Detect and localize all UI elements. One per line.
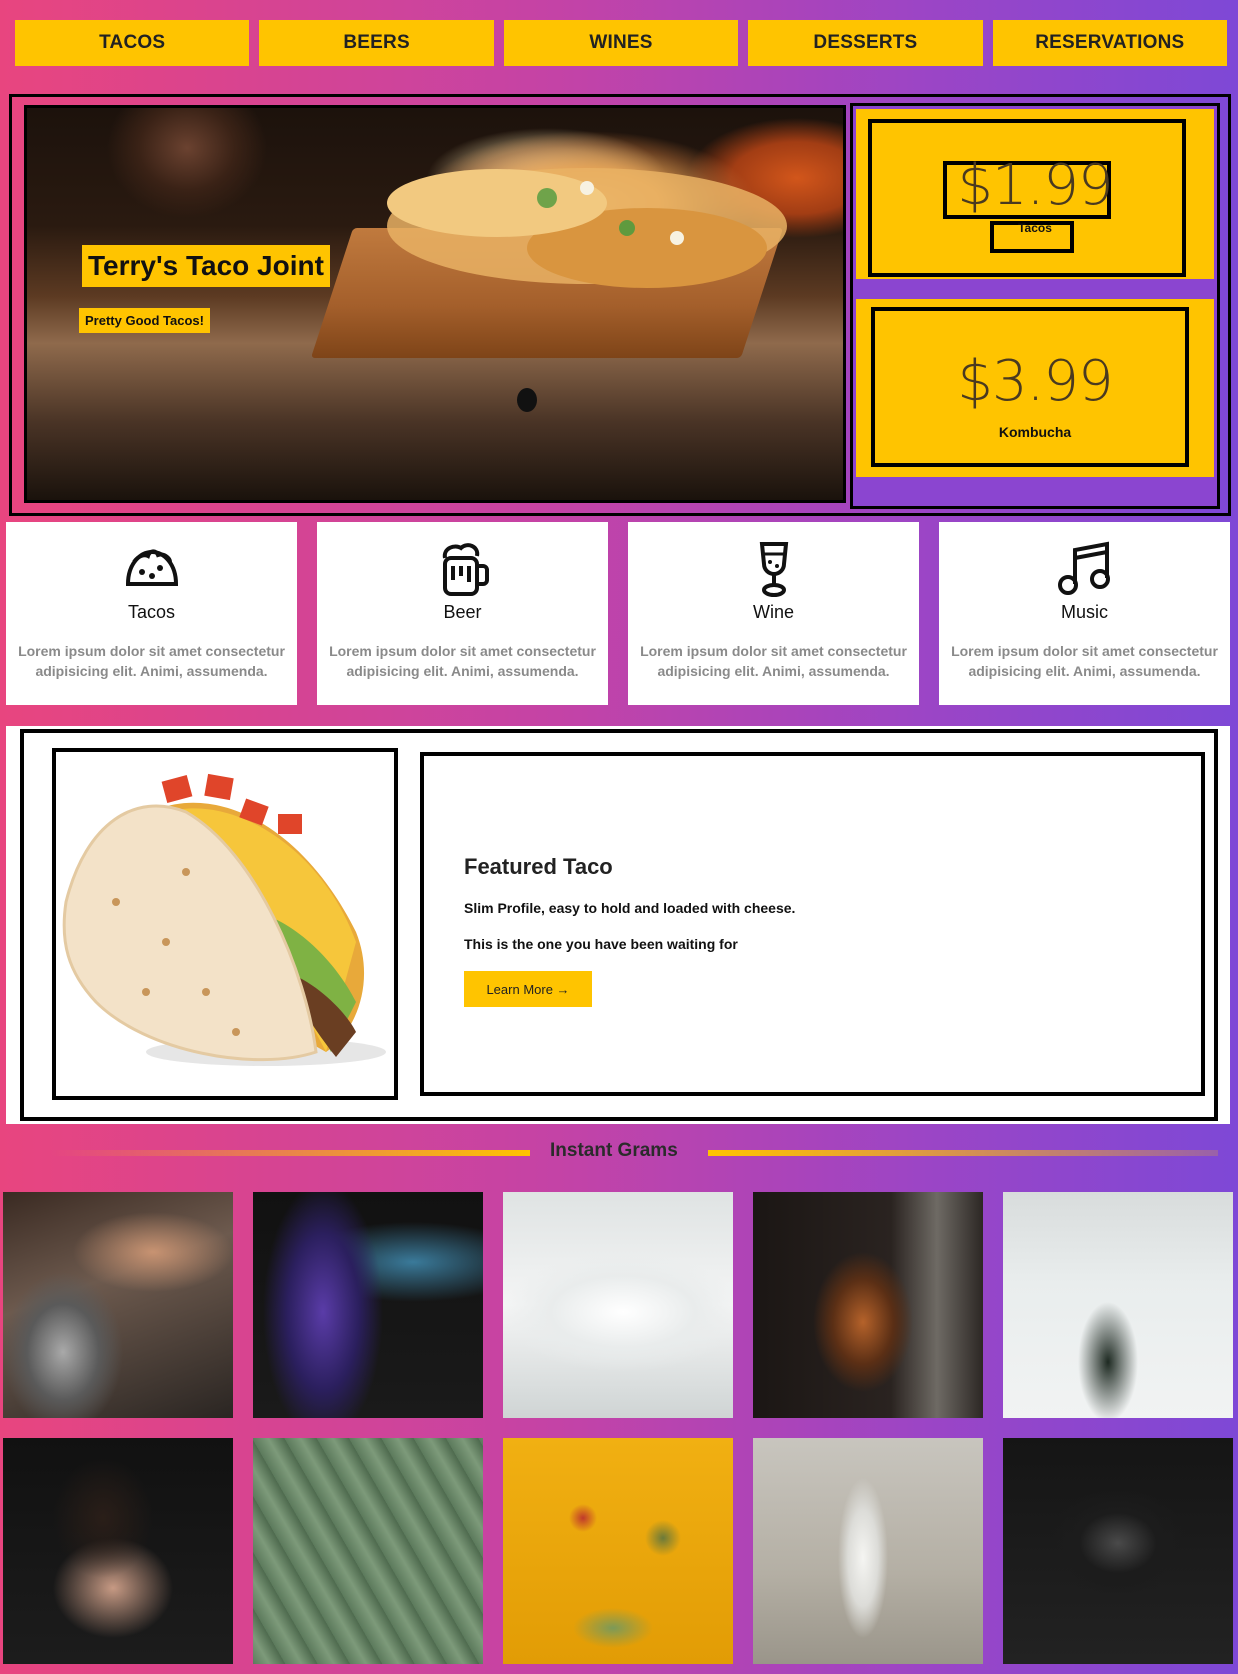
hero-image: Terry's Taco Joint Pretty Good Tacos! <box>24 105 846 503</box>
gram-photo-snow[interactable] <box>1003 1192 1233 1418</box>
music-note-icon <box>1057 541 1110 595</box>
feature-description: Lorem ipsum dolor sit amet consectetur a… <box>18 643 285 679</box>
main-nav: TACOS BEERS WINES DESSERTS RESERVATIONS <box>15 20 1228 66</box>
feature-title: Music <box>1060 602 1108 622</box>
price-item-name: Kombucha <box>998 424 1072 440</box>
feature-title: Tacos <box>127 602 176 622</box>
featured-tagline: This is the one you have been waiting fo… <box>464 936 738 952</box>
feature-description: Lorem ipsum dolor sit amet consectetur a… <box>951 643 1218 679</box>
price-value: $1.99 <box>957 153 1113 218</box>
featured-section: Featured Taco Slim Profile, easy to hold… <box>6 726 1230 1124</box>
hero-section: Terry's Taco Joint Pretty Good Tacos! $1… <box>9 94 1231 516</box>
feature-title: Beer <box>443 602 482 622</box>
gram-photo-coffee[interactable] <box>3 1192 233 1418</box>
featured-taco-image <box>52 748 398 1100</box>
taco-plate-graphic <box>387 168 787 412</box>
price-value: $3.99 <box>957 349 1113 414</box>
learn-more-button[interactable]: Learn More → <box>464 971 592 1007</box>
price-card-kombucha: $3.99 Kombucha <box>856 299 1214 477</box>
feature-description: Lorem ipsum dolor sit amet consectetur a… <box>640 643 907 679</box>
gram-photo-architecture[interactable] <box>503 1192 733 1418</box>
price-card-tacos: $1.99 Tacos <box>856 109 1214 279</box>
gram-photo-woman-walking[interactable] <box>753 1438 983 1664</box>
price-panel: $1.99 Tacos $3.99 Kombucha <box>850 103 1220 509</box>
gram-photo-portrait[interactable] <box>3 1438 233 1664</box>
feature-description: Lorem ipsum dolor sit amet consectetur a… <box>329 643 596 679</box>
featured-title: Featured Taco <box>464 854 613 879</box>
feature-title: Wine <box>752 602 794 622</box>
beer-mug-icon <box>442 543 489 596</box>
taco-icon <box>125 549 178 586</box>
divider-line-right <box>708 1150 1218 1156</box>
featured-text-panel: Featured Taco Slim Profile, easy to hold… <box>420 752 1205 1096</box>
featured-description: Slim Profile, easy to hold and loaded wi… <box>464 900 796 916</box>
nav-desserts[interactable]: DESSERTS <box>748 20 983 66</box>
wine-glass-icon <box>759 542 788 597</box>
feature-card-tacos: Tacos Lorem ipsum dolor sit amet consect… <box>6 522 297 705</box>
feature-card-music: Music Lorem ipsum dolor sit amet consect… <box>939 522 1230 705</box>
nav-tacos[interactable]: TACOS <box>15 20 250 66</box>
grams-title: Instant Grams <box>550 1140 678 1161</box>
taco-illustration <box>62 773 386 1066</box>
gram-photo-man-window[interactable] <box>753 1192 983 1418</box>
divider-line-left <box>50 1150 530 1156</box>
grams-gallery <box>3 1192 1235 1664</box>
feature-card-beer: Beer Lorem ipsum dolor sit amet consecte… <box>317 522 608 705</box>
gram-photo-food[interactable] <box>503 1438 733 1664</box>
hero-title: Terry's Taco Joint <box>82 245 330 287</box>
grams-header: Instant Grams <box>0 1140 1238 1164</box>
nav-reservations[interactable]: RESERVATIONS <box>992 20 1228 66</box>
features-row: Tacos Lorem ipsum dolor sit amet consect… <box>6 522 1230 705</box>
hero-subtitle: Pretty Good Tacos! <box>79 308 210 333</box>
price-item-name: Tacos <box>1018 221 1052 235</box>
gram-photo-abstract[interactable] <box>253 1192 483 1418</box>
nav-wines[interactable]: WINES <box>503 20 739 66</box>
nav-beers[interactable]: BEERS <box>259 20 494 66</box>
gram-photo-camera[interactable] <box>1003 1438 1233 1664</box>
feature-card-wine: Wine Lorem ipsum dolor sit amet consecte… <box>628 522 919 705</box>
gram-photo-cactus[interactable] <box>253 1438 483 1664</box>
